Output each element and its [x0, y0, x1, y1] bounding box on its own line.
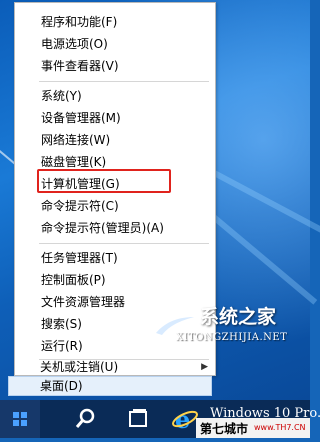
task-view-icon [129, 409, 147, 427]
menu-item-label: 桌面(D) [40, 379, 83, 393]
menu-item-event-viewer[interactable]: 事件查看器(V) [15, 55, 215, 77]
task-view-button[interactable] [118, 400, 158, 438]
menu-item-label: 运行(R) [41, 339, 83, 353]
menu-item-label: 命令提示符(管理员)(A) [41, 221, 164, 235]
watermark-strip: 第七城市 www.TH7.CN [196, 418, 310, 438]
menu-item-label: 控制面板(P) [41, 273, 106, 287]
watermark-strip-url: www.TH7.CN [254, 423, 306, 432]
menu-item-label: 命令提示符(C) [41, 199, 119, 213]
menu-item-desktop[interactable]: 桌面(D) [14, 376, 214, 396]
search-button[interactable] [64, 400, 104, 438]
menu-item-device-manager[interactable]: 设备管理器(M) [15, 107, 215, 129]
menu-item-network-connections[interactable]: 网络连接(W) [15, 129, 215, 151]
menu-item-control-panel[interactable]: 控制面板(P) [15, 269, 215, 291]
windows-logo-icon [13, 412, 27, 426]
menu-item-task-manager[interactable]: 任务管理器(T) [15, 247, 215, 269]
menu-item-command-prompt[interactable]: 命令提示符(C) [15, 195, 215, 217]
menu-separator [39, 81, 209, 82]
menu-separator [39, 243, 209, 244]
menu-item-label: 设备管理器(M) [41, 111, 121, 125]
watermark-title: 系统之家 [200, 306, 277, 328]
highlight-outline [37, 169, 171, 193]
menu-item-label: 事件查看器(V) [41, 59, 119, 73]
menu-item-label: 电源选项(O) [41, 37, 108, 51]
search-icon [75, 408, 95, 428]
menu-item-label: 搜索(S) [41, 317, 82, 331]
menu-item-label: 系统(Y) [41, 89, 82, 103]
light-beam [206, 210, 318, 305]
menu-item-shutdown-signout[interactable]: 关机或注销(U) ▶ [14, 356, 214, 378]
start-button[interactable] [0, 400, 40, 438]
watermark-strip-text: 第七城市 [200, 422, 249, 436]
menu-item-label: 网络连接(W) [41, 133, 111, 147]
watermark-logo-icon [152, 309, 194, 335]
svg-text:e: e [175, 405, 190, 434]
menu-item-power-options[interactable]: 电源选项(O) [15, 33, 215, 55]
menu-item-label: 文件资源管理器 [41, 295, 126, 309]
watermark-url: XITONGZHIJIA.NET [176, 332, 288, 343]
submenu-arrow-icon: ▶ [201, 362, 208, 372]
menu-item-programs-features[interactable]: 程序和功能(F) [15, 11, 215, 33]
menu-item-command-prompt-admin[interactable]: 命令提示符(管理员)(A) [15, 217, 215, 239]
menu-item-label: 程序和功能(F) [41, 15, 118, 29]
menu-item-system[interactable]: 系统(Y) [15, 85, 215, 107]
menu-item-label: 关机或注销(U) [40, 360, 119, 374]
menu-item-label: 任务管理器(T) [41, 251, 118, 265]
